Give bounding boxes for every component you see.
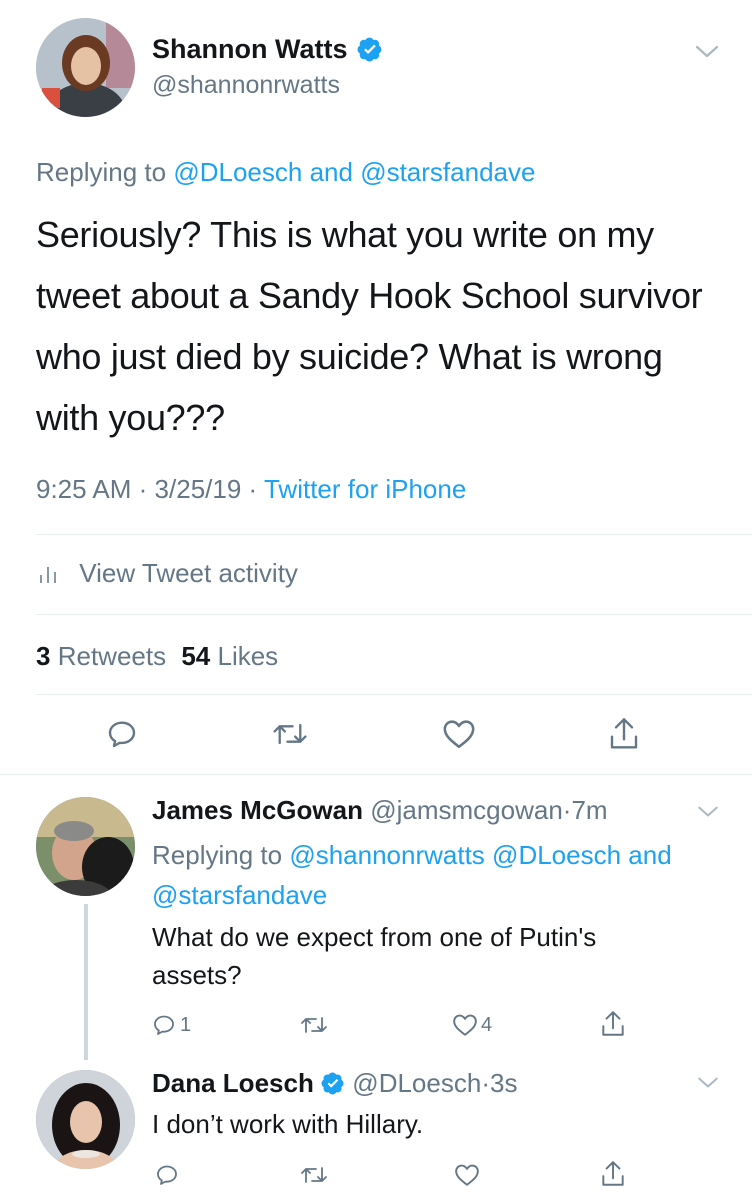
- like-icon: [453, 1014, 477, 1036]
- avatar-shannon-watts[interactable]: [36, 18, 135, 117]
- reply-mention-shannonrwatts[interactable]: @shannonrwatts: [289, 840, 485, 870]
- retweet-button[interactable]: [298, 1160, 330, 1190]
- reply-replying-to: Replying to @shannonrwatts @DLoesch and …: [152, 835, 712, 915]
- reply-mention-dloesch[interactable]: @DLoesch: [173, 157, 302, 187]
- retweet-icon: [301, 1017, 327, 1033]
- reply-header: James McGowan @jamsmcgowan·7m: [152, 793, 608, 827]
- avatar-image: [36, 797, 135, 896]
- likes-stat[interactable]: 54 Likes: [181, 641, 278, 671]
- share-button[interactable]: [606, 714, 642, 754]
- meta-separator: ·: [248, 474, 258, 504]
- reply-mention-starsfandave[interactable]: @starsfandave: [360, 157, 535, 187]
- replying-to-label: Replying to: [36, 157, 167, 187]
- retweets-stat[interactable]: 3 Retweets: [36, 641, 173, 671]
- reply-button[interactable]: 1: [152, 1010, 208, 1040]
- retweet-button[interactable]: [298, 1010, 330, 1040]
- reply-author-name[interactable]: James McGowan: [152, 795, 363, 825]
- likes-label: Likes: [217, 641, 279, 671]
- avatar-image: [36, 1070, 135, 1169]
- reply-text: What do we expect from one of Putin's as…: [152, 922, 597, 990]
- chevron-down-icon[interactable]: [694, 44, 720, 60]
- reply-icon: [154, 1015, 174, 1035]
- tweet-time: 9:25 AM: [36, 474, 132, 504]
- share-icon: [602, 1011, 624, 1036]
- author-name[interactable]: Shannon Watts: [152, 32, 383, 66]
- tweet-source-link[interactable]: Twitter for iPhone: [264, 474, 466, 504]
- share-icon: [610, 718, 638, 749]
- like-button[interactable]: 4: [452, 1010, 508, 1040]
- share-icon: [602, 1161, 624, 1186]
- engagement-stats: 3 Retweets 54 Likes: [36, 639, 278, 673]
- reply-time[interactable]: 7m: [571, 795, 607, 825]
- verified-icon: [357, 37, 382, 62]
- bar-chart-icon: [40, 567, 56, 584]
- like-button[interactable]: [440, 716, 478, 752]
- reply-count: 1: [180, 1013, 192, 1036]
- reply-header: Dana Loesch @DLoesch·3s: [152, 1066, 517, 1100]
- avatar-dana-loesch[interactable]: [36, 1070, 135, 1169]
- reply-author-handle[interactable]: @DLoesch: [352, 1068, 481, 1098]
- reply-time[interactable]: 3s: [490, 1068, 517, 1098]
- tweet-meta: 9:25 AM · 3/25/19 · Twitter for iPhone: [36, 472, 466, 506]
- retweet-button[interactable]: [270, 716, 310, 752]
- replying-to-line: Replying to @DLoesch and @starsfandave: [36, 156, 535, 188]
- verified-icon: [321, 1072, 344, 1095]
- author-name-text[interactable]: Shannon Watts: [152, 34, 348, 64]
- retweet-icon: [301, 1167, 327, 1183]
- reply-button[interactable]: [104, 716, 140, 752]
- divider: [36, 534, 752, 535]
- like-icon: [455, 1164, 479, 1186]
- reply-author-name[interactable]: Dana Loesch: [152, 1068, 314, 1098]
- chevron-down-icon[interactable]: [696, 1076, 720, 1090]
- view-tweet-activity-button[interactable]: View Tweet activity: [36, 556, 298, 590]
- reply-thread-line: [84, 904, 88, 1060]
- reply-mention-starsfandave[interactable]: @starsfandave: [152, 880, 327, 910]
- replying-and: and: [309, 157, 353, 187]
- tweet-text: Seriously? This is what you write on my …: [36, 214, 703, 438]
- meta-separator: ·: [138, 474, 148, 504]
- like-count: 4: [481, 1013, 493, 1036]
- likes-count: 54: [181, 641, 211, 671]
- reply-icon: [157, 1165, 177, 1185]
- author-handle[interactable]: @shannonrwatts: [152, 69, 340, 101]
- reply-text: I don’t work with Hillary.: [152, 1109, 424, 1139]
- reply-icon: [108, 721, 136, 748]
- like-icon: [443, 720, 475, 749]
- replying-to-label: Replying to: [152, 840, 283, 870]
- section-divider: [0, 774, 752, 775]
- retweets-count: 3: [36, 641, 51, 671]
- share-button[interactable]: [598, 1008, 628, 1040]
- avatar-image: [36, 18, 135, 117]
- retweets-label: Retweets: [57, 641, 167, 671]
- chevron-down-icon[interactable]: [696, 805, 720, 819]
- retweet-icon: [273, 723, 307, 745]
- view-tweet-activity-label: View Tweet activity: [79, 558, 298, 588]
- reply-button[interactable]: [152, 1160, 182, 1190]
- like-button[interactable]: [452, 1160, 482, 1190]
- reply-separator: ·: [481, 1068, 490, 1098]
- replying-and: and: [628, 840, 672, 870]
- avatar-james-mcgowan[interactable]: [36, 797, 135, 896]
- reply-mention-dloesch[interactable]: @DLoesch: [492, 840, 621, 870]
- divider: [36, 694, 752, 695]
- share-button[interactable]: [598, 1158, 628, 1190]
- divider: [36, 614, 752, 615]
- reply-author-handle[interactable]: @jamsmcgowan: [370, 795, 563, 825]
- tweet-date: 3/25/19: [154, 474, 242, 504]
